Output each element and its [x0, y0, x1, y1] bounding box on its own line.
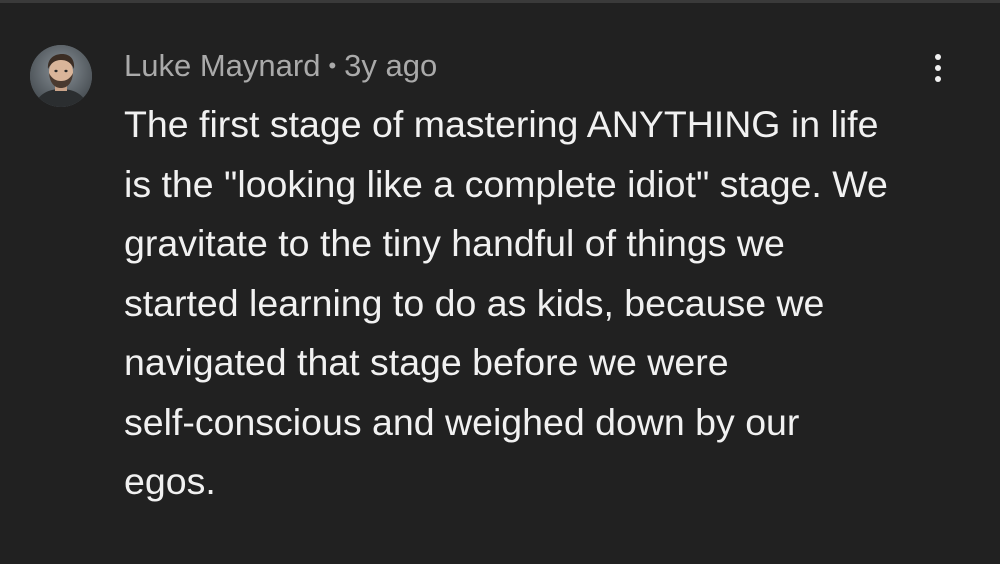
- more-vertical-icon-dot: [935, 65, 941, 71]
- meta-separator: •: [328, 53, 337, 78]
- comment-meta: Luke Maynard • 3y ago: [124, 46, 437, 86]
- user-avatar-icon: [30, 45, 92, 107]
- more-vertical-icon-dot: [935, 76, 941, 82]
- comment-item: Luke Maynard • 3y ago The first stage of…: [0, 0, 1000, 564]
- comment-text: The first stage of mastering ANYTHING in…: [124, 103, 888, 502]
- author-name[interactable]: Luke Maynard: [124, 48, 320, 84]
- comment-timestamp[interactable]: 3y ago: [344, 48, 437, 84]
- avatar[interactable]: [30, 45, 92, 107]
- more-options-button[interactable]: [920, 46, 956, 90]
- more-vertical-icon: [935, 54, 941, 60]
